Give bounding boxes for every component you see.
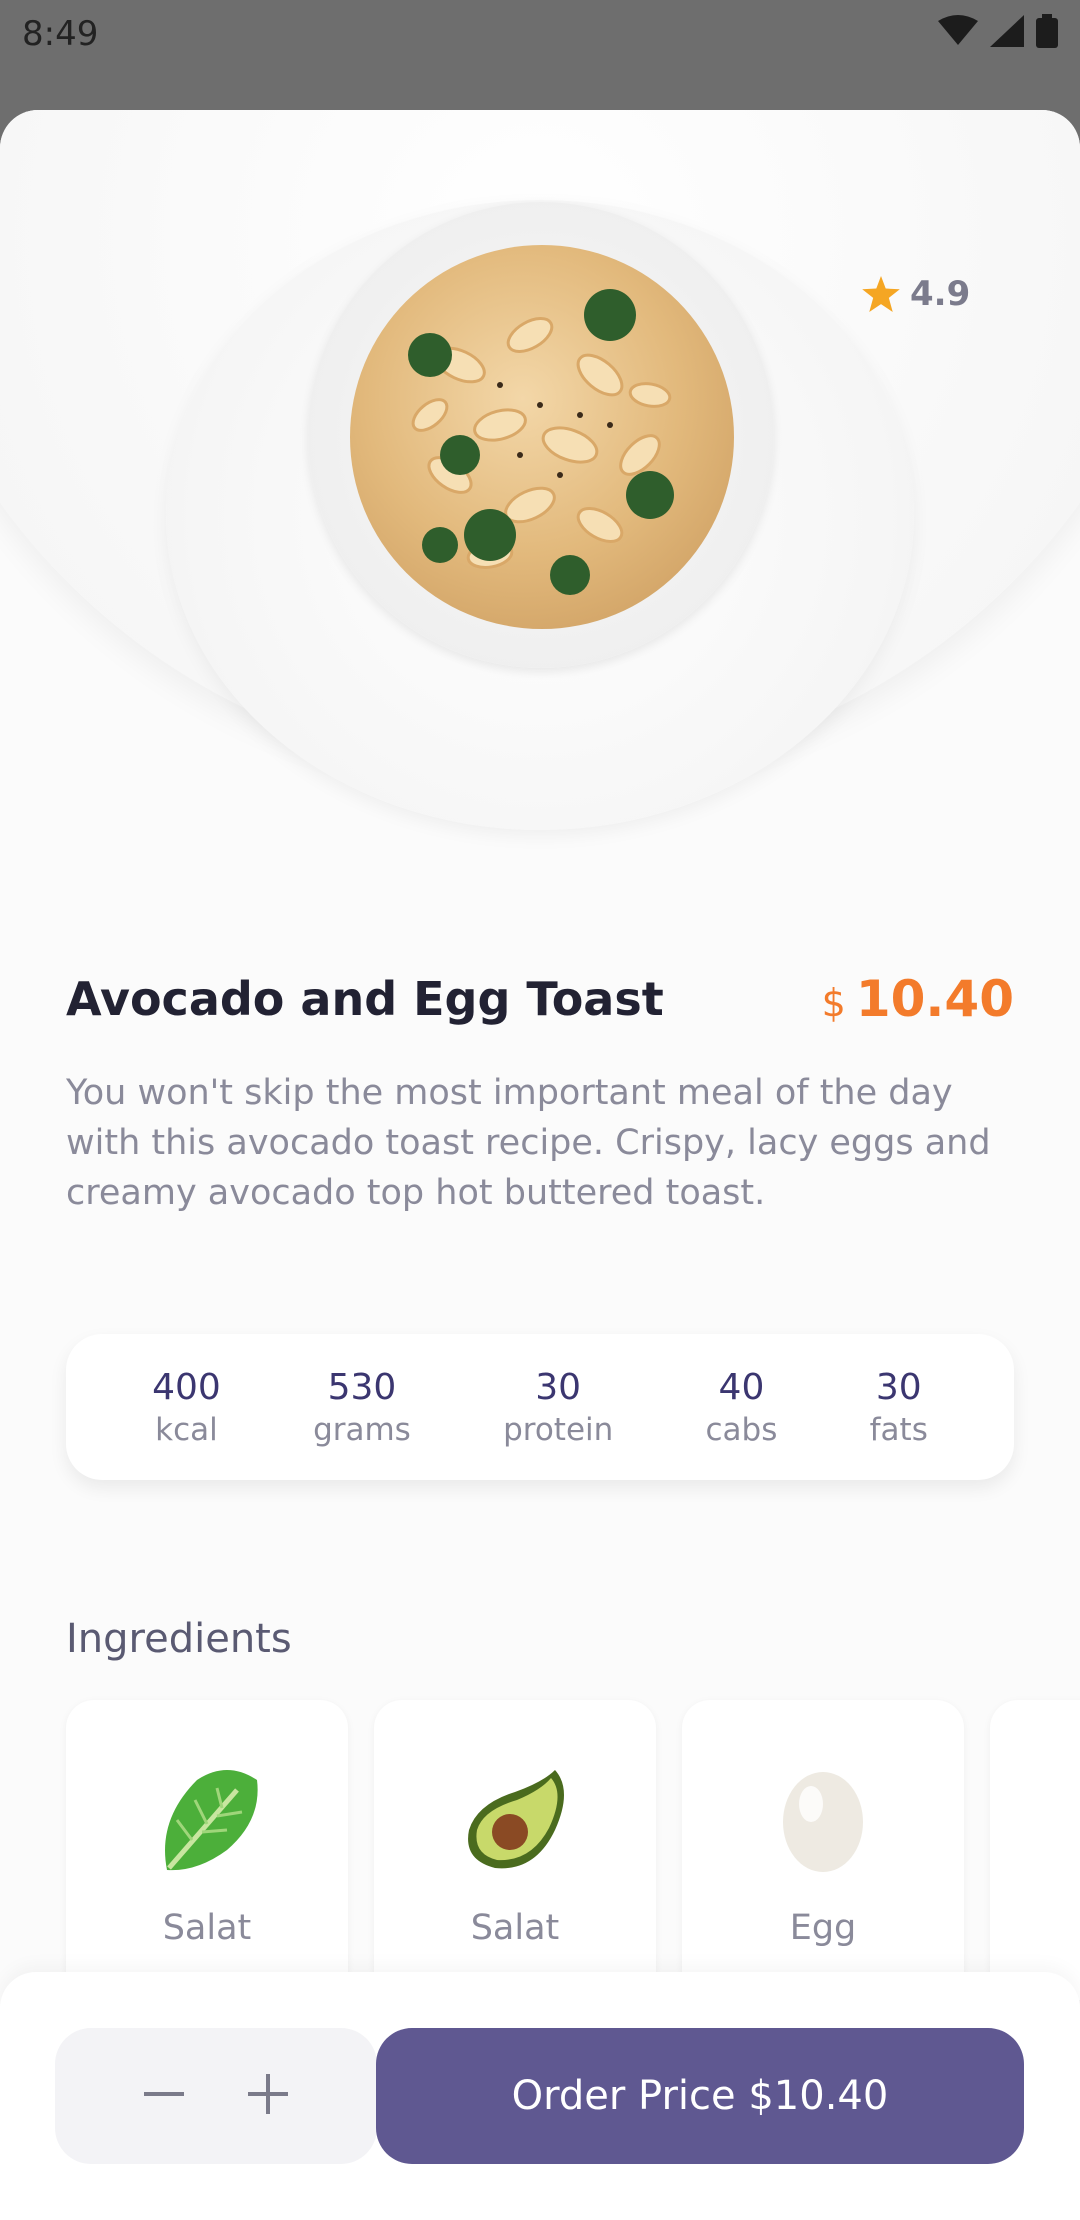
nutrition-label: kcal: [155, 1411, 218, 1448]
ingredient-label: Salat: [162, 1908, 252, 1948]
egg-icon: [763, 1760, 883, 1880]
plus-icon[interactable]: [246, 2072, 290, 2120]
nutrition-value: 40: [718, 1366, 765, 1408]
nutrition-item-grams: 530 grams: [313, 1367, 411, 1448]
order-bar: Order Price $10.40: [0, 1972, 1080, 2220]
minus-icon[interactable]: [142, 2072, 186, 2120]
battery-icon: [1036, 14, 1058, 48]
star-icon: [862, 276, 900, 312]
ingredient-label: Egg: [789, 1908, 857, 1948]
nutrition-value: 530: [327, 1366, 397, 1408]
nutrition-card: 400 kcal 530 grams 30 protein 40 cabs 30…: [66, 1334, 1014, 1480]
price: $ 10.40: [822, 970, 1014, 1028]
ingredients-list: Salat Salat Egg: [66, 1700, 1080, 2000]
ingredient-card[interactable]: Egg: [682, 1700, 964, 2000]
nutrition-value: 400: [152, 1366, 221, 1408]
status-time: 8:49: [22, 14, 99, 54]
signal-icon: [990, 15, 1024, 47]
quantity-stepper: [55, 2028, 377, 2164]
avocado-icon: [455, 1760, 575, 1880]
nutrition-value: 30: [535, 1366, 582, 1408]
dish-detail-sheet: 4.9 Avocado and Egg Toast $ 10.40 You wo…: [0, 110, 1080, 2220]
order-button[interactable]: Order Price $10.40: [376, 2028, 1024, 2164]
rating: 4.9: [862, 274, 970, 314]
nutrition-label: grams: [313, 1411, 411, 1448]
rating-value: 4.9: [910, 274, 971, 314]
nutrition-label: cabs: [705, 1411, 778, 1448]
nutrition-item-fats: 30 fats: [870, 1367, 928, 1448]
price-amount: 10.40: [855, 970, 1014, 1028]
ingredient-card[interactable]: Salat: [66, 1700, 348, 2000]
ingredient-label: Salat: [470, 1908, 560, 1948]
ingredient-card-partial[interactable]: [990, 1700, 1080, 2000]
lettuce-icon: [147, 1760, 267, 1880]
wifi-icon: [938, 15, 978, 45]
status-bar: 8:49: [0, 0, 1080, 110]
nutrition-item-protein: 30 protein: [503, 1367, 613, 1448]
dish-title: Avocado and Egg Toast: [66, 972, 664, 1026]
nutrition-item-cabs: 40 cabs: [706, 1367, 778, 1448]
nutrition-label: protein: [503, 1411, 614, 1448]
status-icons: [938, 14, 1058, 48]
price-currency: $: [821, 981, 846, 1025]
dish-description: You won't skip the most important meal o…: [66, 1073, 991, 1213]
dish-image: [350, 245, 734, 629]
ingredient-card[interactable]: Salat: [374, 1700, 656, 2000]
nutrition-label: fats: [869, 1411, 928, 1448]
nutrition-value: 30: [875, 1366, 922, 1408]
ingredients-title: Ingredients: [66, 1616, 292, 1662]
nutrition-item-kcal: 400 kcal: [152, 1367, 221, 1448]
